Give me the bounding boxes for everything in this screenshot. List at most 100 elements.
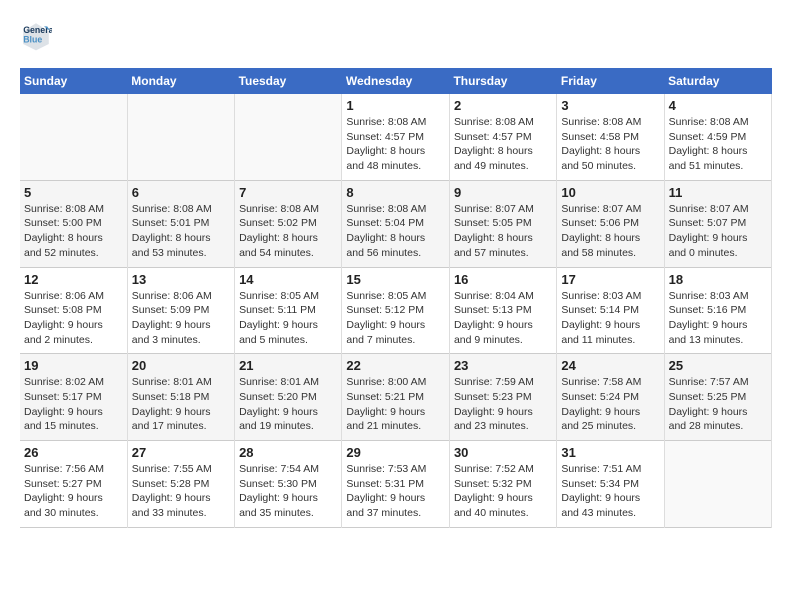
- calendar-cell: 17 Sunrise: 8:03 AM Sunset: 5:14 PM Dayli…: [557, 267, 664, 354]
- day-info: Sunrise: 8:08 AM Sunset: 4:59 PM Dayligh…: [669, 115, 767, 174]
- col-header-tuesday: Tuesday: [235, 68, 342, 94]
- day-number: 12: [24, 272, 123, 287]
- day-number: 19: [24, 358, 123, 373]
- calendar-cell: 20 Sunrise: 8:01 AM Sunset: 5:18 PM Dayli…: [127, 354, 234, 441]
- day-number: 28: [239, 445, 337, 460]
- day-number: 16: [454, 272, 552, 287]
- day-number: 11: [669, 185, 767, 200]
- col-header-wednesday: Wednesday: [342, 68, 450, 94]
- day-number: 9: [454, 185, 552, 200]
- logo-icon: General Blue: [20, 20, 52, 52]
- day-number: 1: [346, 98, 445, 113]
- calendar-cell: 14 Sunrise: 8:05 AM Sunset: 5:11 PM Dayli…: [235, 267, 342, 354]
- calendar-cell: 31Sunrise: 7:51 AM Sunset: 5:34 PM Dayli…: [557, 441, 664, 528]
- calendar-cell: 7 Sunrise: 8:08 AM Sunset: 5:02 PM Daylig…: [235, 180, 342, 267]
- day-info: Sunrise: 8:05 AM Sunset: 5:11 PM Dayligh…: [239, 289, 337, 348]
- day-number: 14: [239, 272, 337, 287]
- day-info: Sunrise: 7:59 AM Sunset: 5:23 PM Dayligh…: [454, 375, 552, 434]
- day-info: Sunrise: 7:53 AM Sunset: 5:31 PM Dayligh…: [346, 462, 445, 521]
- day-info: Sunrise: 8:03 AM Sunset: 5:14 PM Dayligh…: [561, 289, 659, 348]
- day-number: 30: [454, 445, 552, 460]
- col-header-thursday: Thursday: [449, 68, 556, 94]
- col-header-monday: Monday: [127, 68, 234, 94]
- calendar-cell: 18 Sunrise: 8:03 AM Sunset: 5:16 PM Dayli…: [664, 267, 771, 354]
- day-number: 22: [346, 358, 445, 373]
- calendar-cell: [20, 94, 127, 180]
- day-info: Sunrise: 8:07 AM Sunset: 5:05 PM Dayligh…: [454, 202, 552, 261]
- day-info: Sunrise: 8:08 AM Sunset: 5:01 PM Dayligh…: [132, 202, 230, 261]
- calendar-table: SundayMondayTuesdayWednesdayThursdayFrid…: [20, 68, 772, 528]
- calendar-cell: 19 Sunrise: 8:02 AM Sunset: 5:17 PM Dayli…: [20, 354, 127, 441]
- day-info: Sunrise: 7:56 AM Sunset: 5:27 PM Dayligh…: [24, 462, 123, 521]
- day-number: 8: [346, 185, 445, 200]
- day-info: Sunrise: 8:08 AM Sunset: 5:02 PM Dayligh…: [239, 202, 337, 261]
- day-number: 20: [132, 358, 230, 373]
- day-info: Sunrise: 7:55 AM Sunset: 5:28 PM Dayligh…: [132, 462, 230, 521]
- day-info: Sunrise: 8:03 AM Sunset: 5:16 PM Dayligh…: [669, 289, 767, 348]
- day-number: 25: [669, 358, 767, 373]
- day-number: 17: [561, 272, 659, 287]
- day-info: Sunrise: 8:08 AM Sunset: 5:04 PM Dayligh…: [346, 202, 445, 261]
- day-info: Sunrise: 8:01 AM Sunset: 5:20 PM Dayligh…: [239, 375, 337, 434]
- day-number: 26: [24, 445, 123, 460]
- col-header-saturday: Saturday: [664, 68, 771, 94]
- calendar-cell: 5 Sunrise: 8:08 AM Sunset: 5:00 PM Daylig…: [20, 180, 127, 267]
- calendar-cell: 3 Sunrise: 8:08 AM Sunset: 4:58 PM Daylig…: [557, 94, 664, 180]
- calendar-cell: 2Sunrise: 8:08 AM Sunset: 4:57 PM Daylig…: [449, 94, 556, 180]
- calendar-cell: 25 Sunrise: 7:57 AM Sunset: 5:25 PM Dayli…: [664, 354, 771, 441]
- calendar-cell: 22 Sunrise: 8:00 AM Sunset: 5:21 PM Dayli…: [342, 354, 450, 441]
- day-number: 2: [454, 98, 552, 113]
- logo: General Blue: [20, 20, 56, 52]
- calendar-cell: 4Sunrise: 8:08 AM Sunset: 4:59 PM Daylig…: [664, 94, 771, 180]
- day-number: 13: [132, 272, 230, 287]
- calendar-cell: 15 Sunrise: 8:05 AM Sunset: 5:12 PM Dayli…: [342, 267, 450, 354]
- day-number: 29: [346, 445, 445, 460]
- day-number: 10: [561, 185, 659, 200]
- col-header-friday: Friday: [557, 68, 664, 94]
- day-info: Sunrise: 7:58 AM Sunset: 5:24 PM Dayligh…: [561, 375, 659, 434]
- day-number: 24: [561, 358, 659, 373]
- day-info: Sunrise: 8:08 AM Sunset: 5:00 PM Dayligh…: [24, 202, 123, 261]
- calendar-cell: 23Sunrise: 7:59 AM Sunset: 5:23 PM Dayli…: [449, 354, 556, 441]
- calendar-cell: 11 Sunrise: 8:07 AM Sunset: 5:07 PM Dayli…: [664, 180, 771, 267]
- day-info: Sunrise: 8:08 AM Sunset: 4:58 PM Dayligh…: [561, 115, 659, 174]
- day-info: Sunrise: 8:07 AM Sunset: 5:07 PM Dayligh…: [669, 202, 767, 261]
- day-info: Sunrise: 8:01 AM Sunset: 5:18 PM Dayligh…: [132, 375, 230, 434]
- day-number: 21: [239, 358, 337, 373]
- calendar-cell: 10 Sunrise: 8:07 AM Sunset: 5:06 PM Dayli…: [557, 180, 664, 267]
- calendar-cell: 29 Sunrise: 7:53 AM Sunset: 5:31 PM Dayli…: [342, 441, 450, 528]
- calendar-cell: 8 Sunrise: 8:08 AM Sunset: 5:04 PM Daylig…: [342, 180, 450, 267]
- day-info: Sunrise: 8:04 AM Sunset: 5:13 PM Dayligh…: [454, 289, 552, 348]
- day-info: Sunrise: 8:05 AM Sunset: 5:12 PM Dayligh…: [346, 289, 445, 348]
- calendar-cell: [127, 94, 234, 180]
- day-number: 6: [132, 185, 230, 200]
- svg-text:General: General: [23, 25, 52, 35]
- day-number: 3: [561, 98, 659, 113]
- day-info: Sunrise: 7:57 AM Sunset: 5:25 PM Dayligh…: [669, 375, 767, 434]
- calendar-cell: 24 Sunrise: 7:58 AM Sunset: 5:24 PM Dayli…: [557, 354, 664, 441]
- calendar-cell: 28 Sunrise: 7:54 AM Sunset: 5:30 PM Dayli…: [235, 441, 342, 528]
- day-info: Sunrise: 8:00 AM Sunset: 5:21 PM Dayligh…: [346, 375, 445, 434]
- day-info: Sunrise: 7:52 AM Sunset: 5:32 PM Dayligh…: [454, 462, 552, 521]
- day-number: 27: [132, 445, 230, 460]
- calendar-cell: [664, 441, 771, 528]
- calendar-cell: 6 Sunrise: 8:08 AM Sunset: 5:01 PM Daylig…: [127, 180, 234, 267]
- day-number: 5: [24, 185, 123, 200]
- col-header-sunday: Sunday: [20, 68, 127, 94]
- calendar-cell: [235, 94, 342, 180]
- calendar-cell: 1Sunrise: 8:08 AM Sunset: 4:57 PM Daylig…: [342, 94, 450, 180]
- svg-text:Blue: Blue: [23, 34, 42, 44]
- calendar-cell: 27 Sunrise: 7:55 AM Sunset: 5:28 PM Dayli…: [127, 441, 234, 528]
- day-info: Sunrise: 8:06 AM Sunset: 5:08 PM Dayligh…: [24, 289, 123, 348]
- day-info: Sunrise: 8:02 AM Sunset: 5:17 PM Dayligh…: [24, 375, 123, 434]
- day-number: 18: [669, 272, 767, 287]
- day-info: Sunrise: 8:06 AM Sunset: 5:09 PM Dayligh…: [132, 289, 230, 348]
- day-info: Sunrise: 7:54 AM Sunset: 5:30 PM Dayligh…: [239, 462, 337, 521]
- day-number: 15: [346, 272, 445, 287]
- day-info: Sunrise: 8:07 AM Sunset: 5:06 PM Dayligh…: [561, 202, 659, 261]
- calendar-cell: 26 Sunrise: 7:56 AM Sunset: 5:27 PM Dayli…: [20, 441, 127, 528]
- day-number: 31: [561, 445, 659, 460]
- day-number: 7: [239, 185, 337, 200]
- calendar-cell: 9 Sunrise: 8:07 AM Sunset: 5:05 PM Daylig…: [449, 180, 556, 267]
- calendar-cell: 30 Sunrise: 7:52 AM Sunset: 5:32 PM Dayli…: [449, 441, 556, 528]
